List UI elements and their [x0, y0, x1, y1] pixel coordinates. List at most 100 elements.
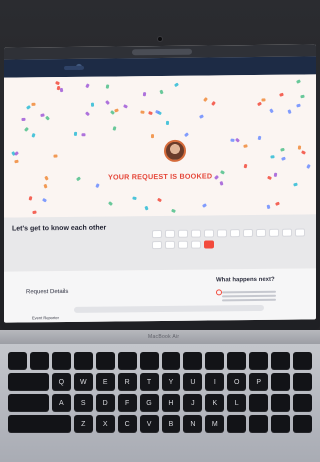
confetti-piece: [173, 82, 179, 88]
confetti-piece: [243, 164, 247, 169]
keyboard-key[interactable]: [51, 352, 71, 370]
laptop-lid: YOUR REQUEST IS BOOKED Let's get to know…: [0, 0, 320, 330]
keyboard-key[interactable]: E: [95, 373, 115, 391]
keyboard-key[interactable]: [161, 352, 181, 370]
keyboard-key[interactable]: V: [139, 415, 159, 433]
keyboard-key[interactable]: [95, 352, 115, 370]
confetti-piece: [95, 182, 100, 188]
keyboard-key[interactable]: [293, 373, 312, 391]
interest-tag[interactable]: [269, 228, 279, 237]
booked-hero: YOUR REQUEST IS BOOKED: [4, 74, 316, 218]
keyboard-key[interactable]: [8, 352, 27, 370]
keyboard-key[interactable]: G: [139, 394, 159, 412]
interest-tag[interactable]: [152, 240, 162, 250]
confetti-piece: [300, 94, 305, 99]
keyboard-key[interactable]: [249, 415, 269, 433]
confetti-piece: [295, 79, 301, 84]
keyboard-key[interactable]: [227, 415, 247, 433]
keyboard-key[interactable]: [29, 352, 49, 370]
confetti-piece: [85, 83, 91, 89]
interest-tag[interactable]: [204, 240, 214, 249]
keyboard-key[interactable]: [293, 352, 312, 370]
keyboard-key[interactable]: D: [95, 394, 115, 412]
keyboard-key[interactable]: [183, 352, 203, 370]
keyboard-key[interactable]: [139, 352, 159, 370]
confetti-piece: [112, 125, 117, 131]
confetti-piece: [148, 110, 153, 115]
confetti-piece: [132, 196, 137, 201]
request-field[interactable]: [74, 304, 264, 313]
interest-tag[interactable]: [165, 229, 175, 238]
confetti-piece: [123, 104, 129, 109]
keyboard-key[interactable]: U: [183, 373, 203, 391]
keyboard-key[interactable]: X: [95, 415, 115, 433]
confetti-piece: [273, 172, 278, 177]
keyboard-key[interactable]: [293, 415, 312, 433]
keyboard-key[interactable]: [8, 415, 71, 433]
site-logo[interactable]: [64, 65, 84, 71]
keyboard-key[interactable]: P: [249, 373, 269, 391]
keyboard-key[interactable]: [73, 352, 93, 370]
keyboard-key[interactable]: W: [73, 373, 93, 391]
interest-tag[interactable]: [178, 229, 188, 238]
confetti-piece: [107, 201, 113, 206]
keyboard-key[interactable]: [249, 394, 269, 412]
confetti-piece: [25, 105, 31, 110]
keyboard-key[interactable]: S: [73, 394, 93, 412]
keyboard-key[interactable]: [271, 373, 291, 391]
keyboard-key[interactable]: T: [139, 373, 159, 391]
interest-tag[interactable]: [295, 228, 305, 237]
keyboard-key[interactable]: C: [117, 415, 137, 433]
keyboard-key[interactable]: H: [161, 394, 181, 412]
keyboard-key[interactable]: [117, 352, 137, 370]
keyboard-key[interactable]: M: [205, 415, 225, 433]
confetti-piece: [261, 98, 266, 102]
interest-tag[interactable]: [256, 228, 266, 237]
interest-tag[interactable]: [165, 240, 175, 249]
keyboard-key[interactable]: [293, 394, 312, 412]
keyboard-key[interactable]: [205, 352, 225, 370]
interest-tag[interactable]: [204, 229, 214, 238]
keyboard-key[interactable]: Y: [161, 373, 181, 391]
keyboard-key[interactable]: [249, 352, 269, 370]
confetti-piece: [14, 159, 19, 164]
keyboard-key[interactable]: F: [117, 394, 137, 412]
keyboard-key[interactable]: [271, 352, 291, 370]
keyboard-key[interactable]: [8, 373, 49, 391]
request-details-title: Request Details: [26, 288, 69, 296]
avatar: [164, 139, 186, 162]
confetti-piece: [295, 103, 301, 108]
interest-tag[interactable]: [152, 229, 162, 239]
keyboard-key[interactable]: B: [161, 415, 181, 433]
keyboard-key[interactable]: N: [183, 415, 203, 433]
keyboard-key[interactable]: Z: [73, 415, 93, 433]
keyboard-key[interactable]: [227, 352, 247, 370]
keyboard-key[interactable]: [271, 394, 291, 412]
confetti-piece: [29, 195, 33, 201]
keyboard-key[interactable]: R: [117, 373, 137, 391]
keyboard-key[interactable]: I: [205, 373, 225, 391]
keyboard-key[interactable]: [8, 394, 49, 412]
confetti-piece: [203, 96, 209, 102]
browser-url[interactable]: [132, 48, 192, 56]
keyboard-key[interactable]: [271, 415, 291, 433]
interest-tag[interactable]: [217, 229, 227, 238]
confetti-piece: [24, 127, 30, 133]
confetti-piece: [278, 92, 284, 97]
keyboard-key[interactable]: K: [205, 394, 225, 412]
interest-tag[interactable]: [178, 240, 188, 249]
keyboard-key[interactable]: Q: [51, 373, 71, 391]
keyboard-key[interactable]: L: [227, 394, 247, 412]
interest-tag[interactable]: [191, 229, 201, 238]
keyboard-key[interactable]: O: [227, 373, 247, 391]
panel-title: Let's get to know each other: [12, 224, 107, 233]
interest-tag[interactable]: [243, 229, 253, 238]
confetti-piece: [257, 101, 263, 107]
confetti-piece: [280, 147, 286, 152]
keyboard-key[interactable]: A: [51, 394, 71, 412]
keyboard-key[interactable]: J: [183, 394, 203, 412]
interest-tag[interactable]: [282, 228, 292, 237]
interest-tag[interactable]: [191, 240, 201, 249]
confetti-piece: [91, 102, 95, 107]
interest-tag[interactable]: [230, 229, 240, 238]
